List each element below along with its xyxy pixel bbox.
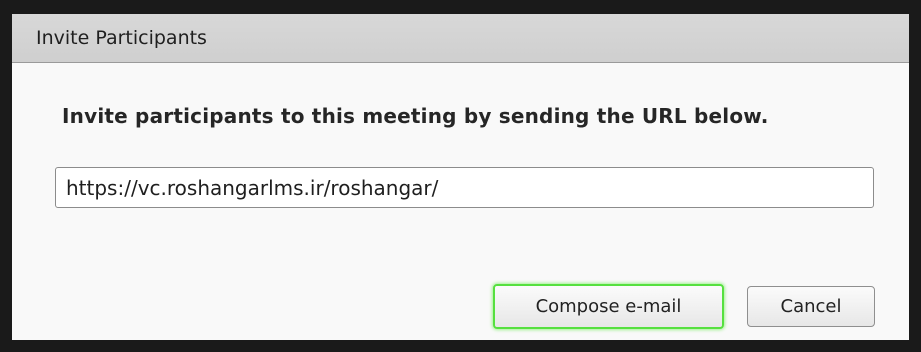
dialog-title: Invite Participants: [36, 27, 207, 49]
dialog-window: Invite Participants Invite participants …: [12, 14, 909, 340]
invite-participants-dialog: Invite Participants Invite participants …: [0, 0, 921, 352]
cancel-button[interactable]: Cancel: [747, 286, 875, 327]
invite-message: Invite participants to this meeting by s…: [62, 104, 769, 128]
meeting-url-field[interactable]: [55, 167, 874, 208]
dialog-body: Invite participants to this meeting by s…: [12, 63, 909, 340]
dialog-titlebar[interactable]: Invite Participants: [12, 14, 909, 63]
compose-email-button[interactable]: Compose e-mail: [493, 284, 724, 329]
